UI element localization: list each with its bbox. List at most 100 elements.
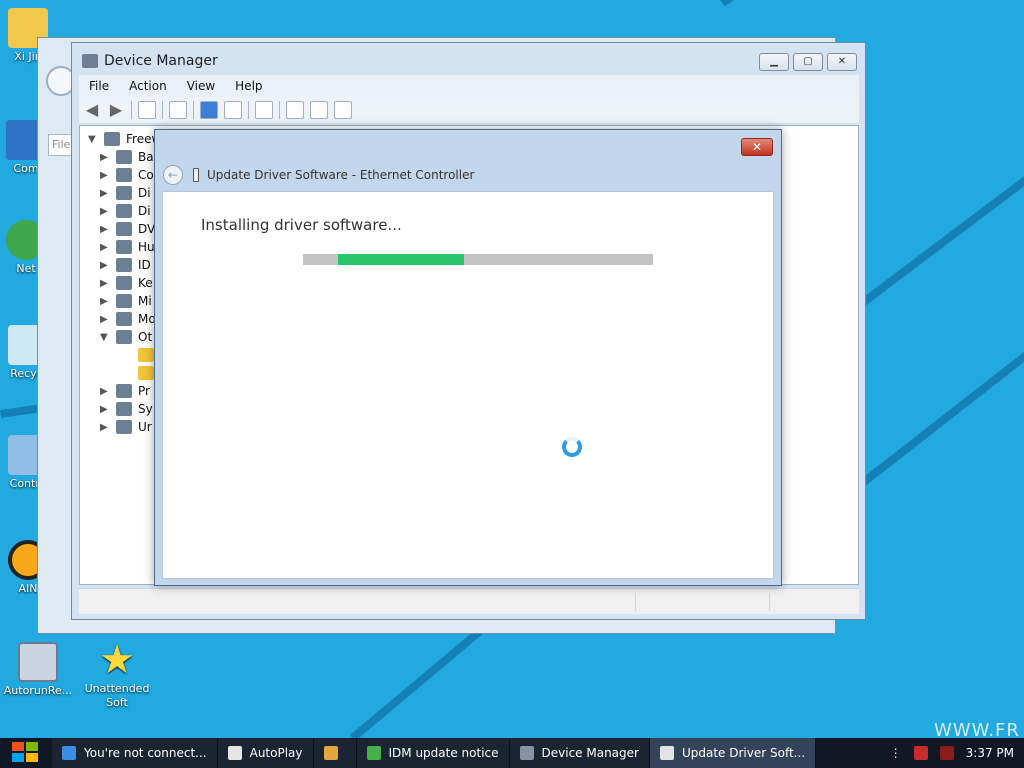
device-category-icon xyxy=(116,312,132,326)
tree-item[interactable]: ▶ Di xyxy=(100,202,151,220)
chevron-right-icon[interactable]: ▶ xyxy=(100,242,110,253)
tree-item[interactable]: ▶ Di xyxy=(100,184,151,202)
toolbar-separator xyxy=(162,101,163,119)
system-tray: ⋮ 3:37 PM xyxy=(890,738,1024,768)
back-button[interactable]: ◀ xyxy=(83,101,101,119)
warning-device-icon xyxy=(138,348,154,362)
ethernet-controller-icon xyxy=(193,168,199,182)
chevron-right-icon[interactable]: ▶ xyxy=(100,314,110,325)
tree-item[interactable]: ▶ Sy xyxy=(100,400,153,418)
uninstall-device-icon[interactable] xyxy=(310,101,328,119)
taskbar: You're not connect... AutoPlay IDM update … xyxy=(0,738,1024,768)
chevron-right-icon[interactable]: ▶ xyxy=(100,170,110,181)
progress-fill xyxy=(338,254,464,265)
menu-view[interactable]: View xyxy=(177,79,225,93)
chevron-right-icon[interactable]: ▶ xyxy=(100,404,110,415)
taskbar-item[interactable]: You're not connect... xyxy=(52,738,218,768)
taskbar-item[interactable]: AutoPlay xyxy=(217,738,314,768)
dialog-close-button[interactable]: ✕ xyxy=(741,138,773,156)
taskbar-item-label: Update Driver Soft... xyxy=(681,746,806,760)
desktop-icon-autorun[interactable]: AutorunRe... xyxy=(2,642,74,698)
tree-item[interactable]: ▶ ID xyxy=(100,256,151,274)
device-category-icon xyxy=(116,276,132,290)
chevron-right-icon[interactable]: ▶ xyxy=(100,386,110,397)
unattended-soft-icon: ★ xyxy=(99,637,135,683)
chevron-right-icon[interactable]: ▶ xyxy=(100,152,110,163)
taskbar-item[interactable]: Update Driver Soft... xyxy=(649,738,817,768)
tree-item[interactable]: ▶ Mi xyxy=(100,292,152,310)
chevron-right-icon[interactable]: ▶ xyxy=(100,278,110,289)
close-button[interactable]: ✕ xyxy=(827,53,857,71)
tree-item[interactable]: ▶ Mo xyxy=(100,310,156,328)
device-manager-icon xyxy=(82,54,98,68)
dialog-header: ← Update Driver Software - Ethernet Cont… xyxy=(163,162,474,188)
tree-item-label: Ke xyxy=(138,276,153,290)
taskbar-item[interactable] xyxy=(313,738,357,768)
device-category-icon xyxy=(116,402,132,416)
device-manager-icon xyxy=(519,746,534,760)
taskbar-item[interactable]: IDM update notice xyxy=(356,738,510,768)
properties-icon[interactable] xyxy=(169,101,187,119)
autoplay-icon xyxy=(227,746,242,760)
menu-action[interactable]: Action xyxy=(119,79,177,93)
update-driver-dialog[interactable]: ✕ ← Update Driver Software - Ethernet Co… xyxy=(154,129,782,586)
tree-item[interactable]: ▶ Pr xyxy=(100,382,150,400)
idm-icon xyxy=(366,746,381,760)
network-status-icon[interactable] xyxy=(913,746,928,760)
scan-hardware-icon[interactable] xyxy=(255,101,273,119)
tree-item-label: ID xyxy=(138,258,151,272)
chevron-right-icon[interactable]: ▶ xyxy=(100,260,110,271)
tree-item-label: Hu xyxy=(138,240,155,254)
tree-child-item[interactable] xyxy=(138,364,154,382)
taskbar-item[interactable]: Device Manager xyxy=(509,738,650,768)
windows-logo-icon xyxy=(12,742,40,764)
desktop-icon-unattended[interactable]: ★ Unattended Soft xyxy=(81,640,153,710)
maximize-button[interactable]: ▢ xyxy=(793,53,823,71)
tree-item-label: DV xyxy=(138,222,156,236)
tree-item-label: Sy xyxy=(138,402,153,416)
show-action-pane-icon[interactable] xyxy=(224,101,242,119)
tree-child-item[interactable] xyxy=(138,346,154,364)
window-title-text: Device Manager xyxy=(104,53,218,69)
menu-help[interactable]: Help xyxy=(225,79,272,93)
volume-icon[interactable] xyxy=(939,746,954,760)
tray-overflow-icon[interactable]: ⋮ xyxy=(890,746,902,760)
tree-item-label: Mi xyxy=(138,294,152,308)
chevron-right-icon[interactable]: ▶ xyxy=(100,296,110,307)
window-title: Device Manager xyxy=(82,53,218,69)
chevron-down-icon[interactable]: ▼ xyxy=(88,134,98,145)
tree-item[interactable]: ▶ Ba xyxy=(100,148,154,166)
start-button[interactable] xyxy=(0,738,52,768)
forward-button[interactable]: ▶ xyxy=(107,101,125,119)
autorun-icon xyxy=(18,642,58,682)
tree-item[interactable]: ▼ Ot xyxy=(100,328,152,346)
tree-item-label: Pr xyxy=(138,384,150,398)
tree-item[interactable]: ▶ Hu xyxy=(100,238,155,256)
tree-root[interactable]: ▼ Freew xyxy=(88,130,161,148)
install-progress-bar xyxy=(303,254,653,265)
update-driver-icon xyxy=(659,746,674,760)
tree-item[interactable]: ▶ Ur xyxy=(100,418,152,436)
help-icon[interactable] xyxy=(200,101,218,119)
chevron-right-icon[interactable]: ▶ xyxy=(100,224,110,235)
chevron-right-icon[interactable]: ▶ xyxy=(100,206,110,217)
disable-device-icon[interactable] xyxy=(334,101,352,119)
chevron-right-icon[interactable]: ▶ xyxy=(100,188,110,199)
clock[interactable]: 3:37 PM xyxy=(966,746,1014,760)
chevron-right-icon[interactable]: ▶ xyxy=(100,422,110,433)
update-driver-icon[interactable] xyxy=(286,101,304,119)
tree-item[interactable]: ▶ Ke xyxy=(100,274,153,292)
taskbar-item-label: Device Manager xyxy=(541,746,639,760)
minimize-button[interactable]: ▁ xyxy=(759,53,789,71)
tree-item[interactable]: ▶ Co xyxy=(100,166,154,184)
menu-file[interactable]: File xyxy=(79,79,119,93)
tree-item[interactable]: ▶ DV xyxy=(100,220,155,238)
device-category-icon xyxy=(116,150,132,164)
taskbar-item-label: AutoPlay xyxy=(249,746,303,760)
chevron-down-icon[interactable]: ▼ xyxy=(100,332,110,343)
computer-icon xyxy=(104,132,120,146)
dialog-body: Installing driver software... xyxy=(162,191,774,579)
show-hide-console-tree-icon[interactable] xyxy=(138,101,156,119)
back-arrow-icon[interactable]: ← xyxy=(163,165,183,185)
toolbar-separator xyxy=(248,101,249,119)
